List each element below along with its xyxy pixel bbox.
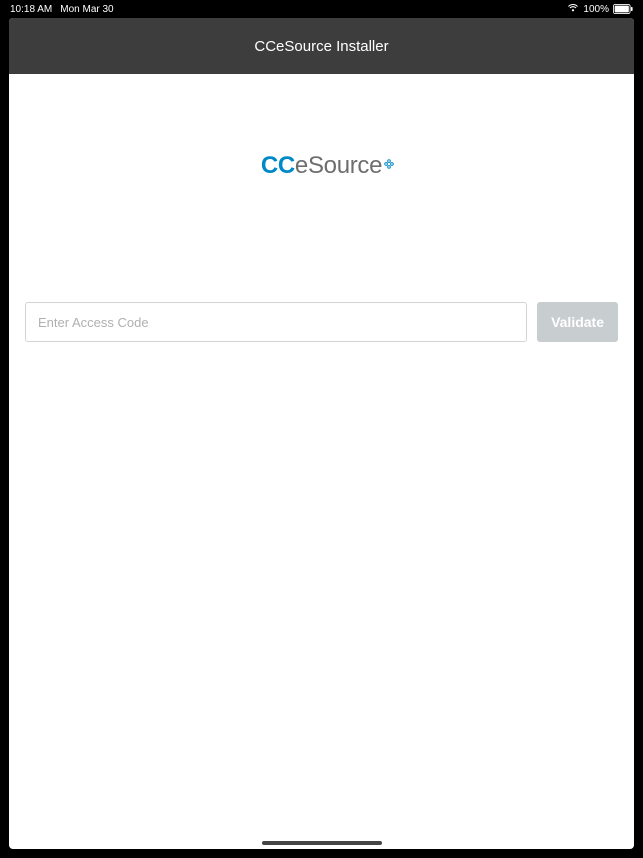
logo-cc: CC [261, 152, 295, 179]
battery-icon [613, 4, 633, 14]
status-left: 10:18 AM Mon Mar 30 [10, 4, 114, 15]
form-row: Validate [25, 302, 618, 342]
access-code-input[interactable] [25, 302, 527, 342]
device-frame: CCeSource Installer CCeSource Validate [9, 18, 634, 849]
logo-area: CCeSource [25, 152, 618, 180]
app-header: CCeSource Installer [9, 18, 634, 74]
app-title: CCeSource Installer [254, 38, 388, 55]
status-date: Mon Mar 30 [60, 4, 113, 15]
status-right: 100% [567, 3, 633, 16]
status-time: 10:18 AM [10, 4, 52, 15]
brand-logo: CCeSource [261, 152, 382, 180]
logo-superscript-icon [384, 148, 394, 176]
wifi-icon [567, 3, 579, 16]
validate-button[interactable]: Validate [537, 302, 618, 342]
status-bar: 10:18 AM Mon Mar 30 100% [0, 0, 643, 18]
home-indicator[interactable] [262, 841, 382, 845]
app-content: CCeSource Validate [9, 152, 634, 342]
battery-percent: 100% [583, 4, 609, 15]
logo-esource: eSource [295, 152, 382, 179]
